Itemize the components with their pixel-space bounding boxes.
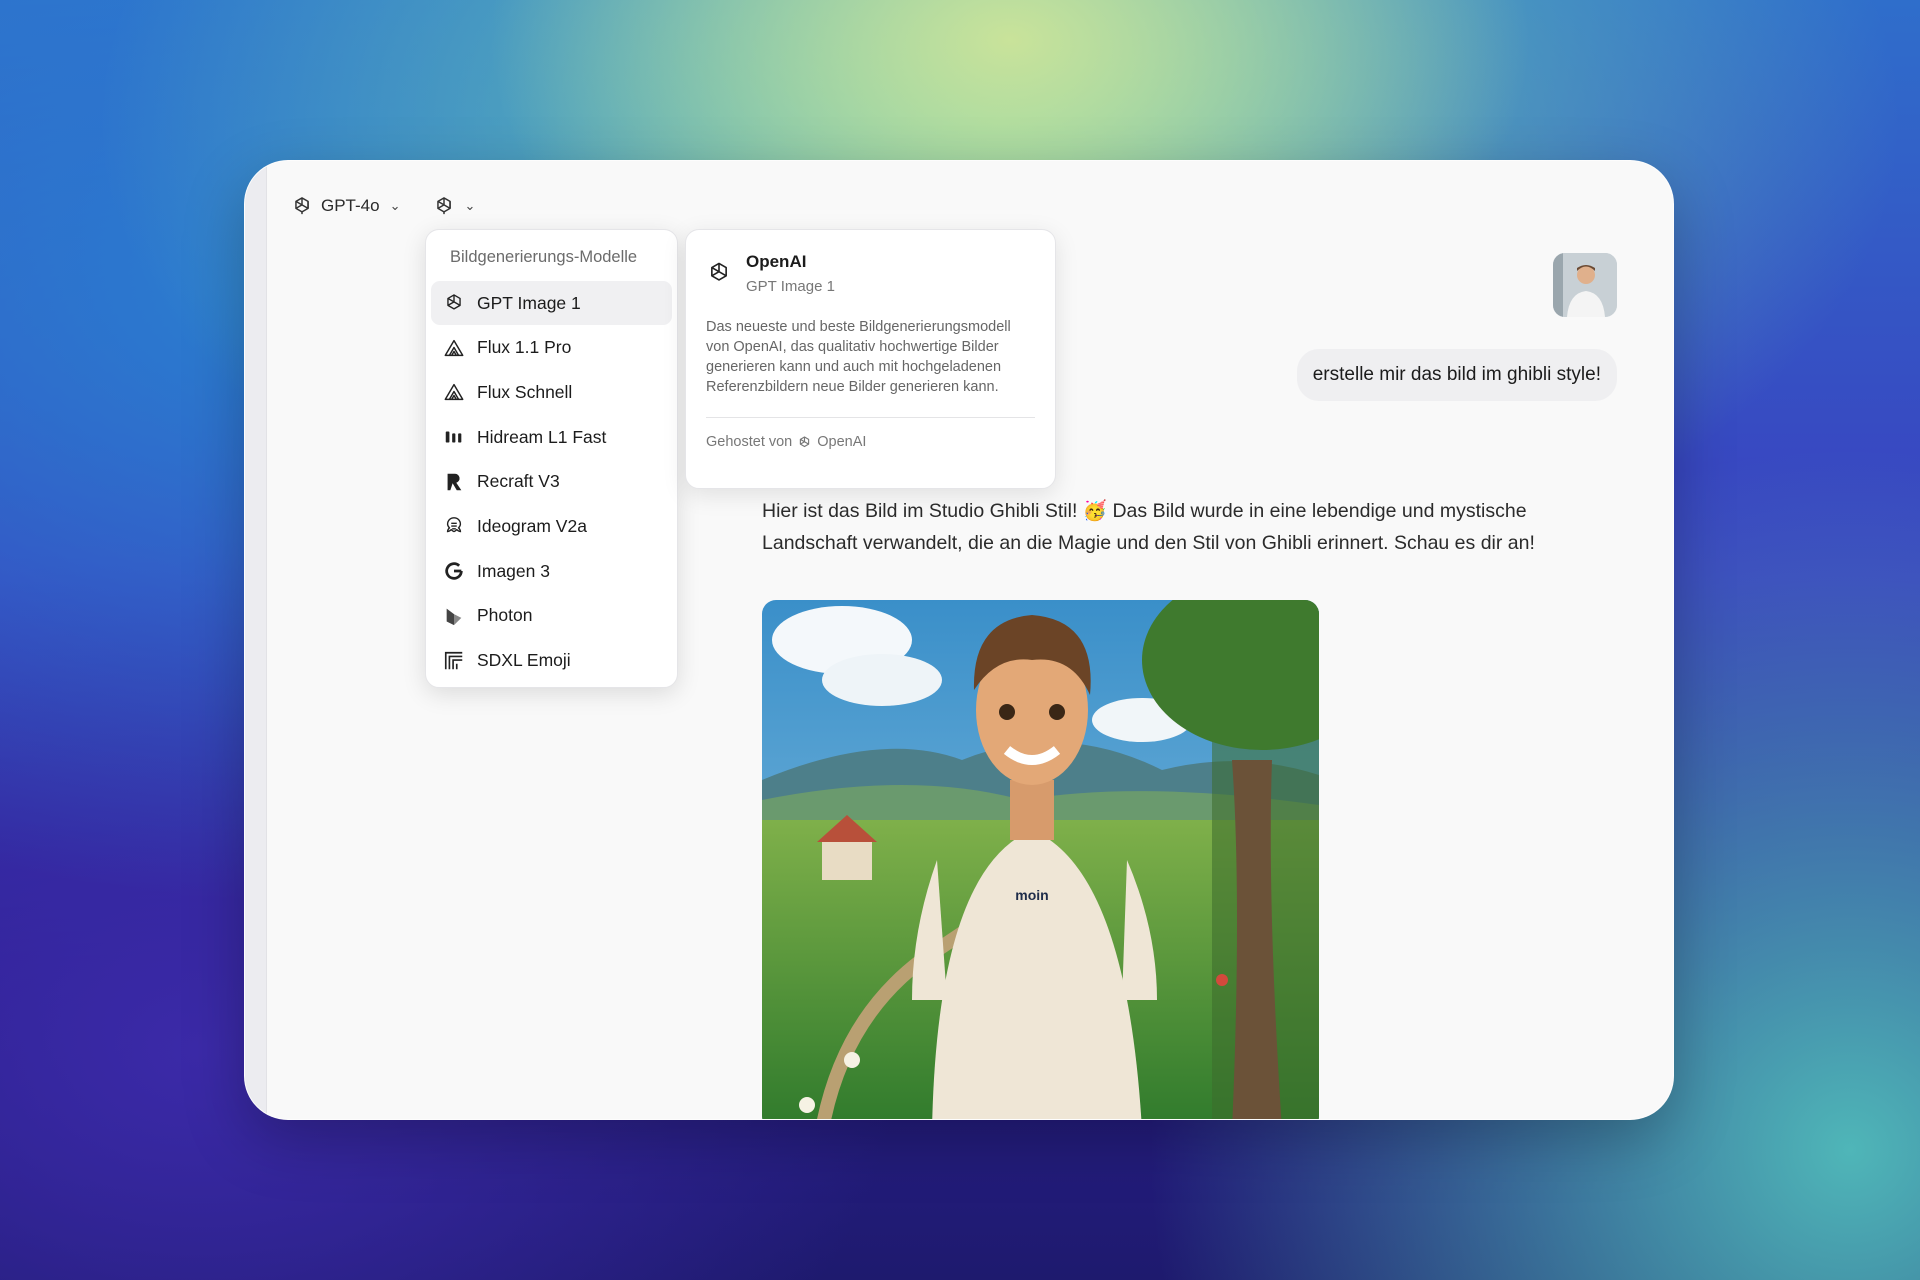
- chat-model-selector[interactable]: GPT-4o ⌄: [285, 191, 407, 221]
- model-option-label: Imagen 3: [477, 560, 550, 581]
- model-option-label: Flux 1.1 Pro: [477, 337, 572, 358]
- model-option-gpt-image-1[interactable]: GPT Image 1: [431, 281, 672, 325]
- model-description: Das neueste und beste Bildgenerierungsmo…: [706, 319, 1011, 395]
- shirt-text: moin: [1015, 887, 1048, 903]
- model-option-label: SDXL Emoji: [477, 650, 571, 670]
- hosted-prefix: Gehostet von: [706, 434, 793, 450]
- sidebar-edge[interactable]: [245, 161, 267, 1119]
- dropdown-title: Bildgenerierungs-Modelle: [450, 248, 638, 266]
- flux-icon: [443, 337, 465, 359]
- ideogram-icon: [443, 515, 465, 537]
- chevron-down-icon: ⌄: [464, 198, 476, 213]
- model-option-flux-1-1-pro[interactable]: Flux 1.1 Pro: [431, 326, 672, 370]
- user-avatar[interactable]: [1553, 253, 1617, 317]
- user-message-text: erstelle mir das bild im ghibli style!: [1312, 364, 1601, 385]
- openai-icon: [433, 195, 455, 217]
- detail-header: OpenAI GPT Image 1: [706, 252, 1035, 295]
- divider: [706, 417, 1035, 418]
- model-option-hidream-l1-fast[interactable]: Hidream L1 Fast: [431, 415, 672, 459]
- model-option-label: Recraft V3: [477, 471, 560, 492]
- chevron-down-icon: ⌄: [389, 198, 401, 213]
- model-option-flux-schnell[interactable]: Flux Schnell: [431, 370, 672, 414]
- sdxl-icon: [443, 650, 465, 672]
- hidream-icon: [443, 426, 465, 448]
- openai-icon: [291, 195, 313, 217]
- model-option-label: Flux Schnell: [477, 381, 573, 402]
- model-name: GPT Image 1: [746, 278, 835, 295]
- openai-icon: [706, 260, 732, 286]
- model-option-label: Photon: [477, 605, 533, 626]
- model-option-label: Ideogram V2a: [477, 515, 587, 536]
- photon-icon: [443, 605, 465, 627]
- model-option-label: GPT Image 1: [477, 292, 581, 313]
- hosted-by: Gehostet von OpenAI: [706, 434, 1035, 450]
- recraft-icon: [443, 471, 465, 493]
- assistant-message: Hier ist das Bild im Studio Ghibli Stil!…: [762, 500, 1535, 554]
- model-option-sdxl-emoji[interactable]: SDXL Emoji: [431, 639, 672, 683]
- openai-icon: [797, 435, 812, 450]
- generated-image[interactable]: moin: [762, 600, 1319, 1119]
- model-option-label: Hidream L1 Fast: [477, 426, 607, 447]
- image-model-selector[interactable]: ⌄: [427, 191, 482, 221]
- model-option-recraft-v3[interactable]: Recraft V3: [431, 460, 672, 504]
- app-window: GPT-4o ⌄ ⌄ Bildgenerierungs-Modelle GPT …: [244, 160, 1674, 1120]
- flux-icon: [443, 381, 465, 403]
- chat-model-label: GPT-4o: [321, 196, 380, 215]
- model-option-imagen-3[interactable]: Imagen 3: [431, 549, 672, 593]
- image-model-dropdown: Bildgenerierungs-Modelle GPT Image 1 Flu…: [425, 229, 678, 688]
- provider-name: OpenAI: [746, 252, 807, 271]
- openai-icon: [443, 292, 465, 314]
- toolbar: GPT-4o ⌄ ⌄: [285, 191, 481, 221]
- model-detail-card: OpenAI GPT Image 1 Das neueste und beste…: [685, 229, 1056, 489]
- hosted-by-name: OpenAI: [817, 434, 867, 450]
- model-option-ideogram-v2a[interactable]: Ideogram V2a: [431, 504, 672, 548]
- user-message: erstelle mir das bild im ghibli style!: [1296, 349, 1617, 401]
- google-icon: [443, 560, 465, 582]
- model-option-photon[interactable]: Photon: [431, 594, 672, 638]
